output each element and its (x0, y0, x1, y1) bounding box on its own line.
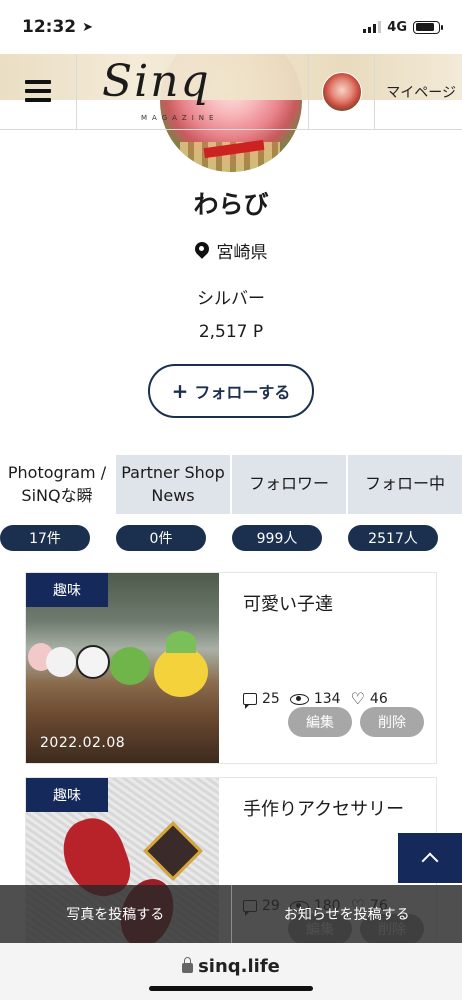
logo-text: Sinq (102, 56, 211, 107)
count-badge-photogram: 17件 (0, 525, 90, 551)
post-actions: 編集 削除 (288, 707, 424, 737)
heart-icon: ♡ (350, 689, 365, 708)
tab-partner-shop-news[interactable]: Partner Shop News (116, 455, 232, 514)
scroll-to-top-button[interactable] (398, 833, 462, 883)
member-rank: シルバー (197, 289, 265, 309)
site-header: Sinq MAGAZINE マイページ (0, 54, 462, 130)
clock-text: 12:32 (22, 17, 77, 37)
post-news-button[interactable]: お知らせを投稿する (232, 885, 462, 943)
logo-subtitle: MAGAZINE (141, 114, 219, 122)
tab-photogram[interactable]: Photogram / SiNQな瞬 (0, 455, 116, 514)
count-badge-partner: 0件 (116, 525, 206, 551)
count-badge-followers: 999人 (232, 525, 322, 551)
avatar (321, 72, 362, 112)
post-stats: 25 134 ♡ 46 (243, 689, 388, 709)
user-avatar-button[interactable] (309, 54, 375, 130)
post-title[interactable]: 手作りアクセサリー (243, 796, 423, 825)
network-label: 4G (387, 19, 407, 35)
view-count: 134 (313, 691, 341, 707)
profile-tabs: Photogram / SiNQな瞬 Partner Shop News フォロ… (0, 455, 462, 514)
hamburger-icon (25, 80, 51, 84)
status-bar: 12:32 ➤ 4G (0, 0, 462, 54)
eye-icon (289, 693, 309, 705)
post-card[interactable]: 趣味 2022.02.08 可愛い子達 25 134 ♡ 46 編集 削除 (25, 572, 437, 764)
follow-label: フォローする (194, 383, 291, 402)
battery-icon (413, 20, 443, 34)
comment-count: 25 (262, 691, 280, 707)
like-count: 46 (369, 691, 388, 707)
url-text: sinq.life (198, 955, 280, 977)
tab-following[interactable]: フォロー中 (348, 455, 462, 514)
category-tag: 趣味 (26, 573, 108, 607)
mypage-link[interactable]: マイページ (375, 82, 462, 102)
location-arrow-icon: ➤ (82, 19, 94, 35)
hamburger-menu-button[interactable] (0, 54, 77, 130)
post-date: 2022.02.08 (40, 735, 126, 751)
category-tag: 趣味 (26, 778, 108, 812)
signal-icon (363, 21, 382, 33)
post-title[interactable]: 可愛い子達 (243, 591, 423, 620)
site-logo[interactable]: Sinq MAGAZINE (77, 54, 309, 130)
status-time: 12:32 ➤ (22, 17, 93, 37)
post-action-bar: 写真を投稿する お知らせを投稿する (0, 885, 462, 943)
member-points: 2,517 P (198, 322, 264, 342)
browser-address-bar[interactable]: sinq.life (0, 943, 462, 1000)
location-pin-icon (195, 242, 209, 260)
comment-icon (243, 693, 257, 709)
edit-button[interactable]: 編集 (288, 707, 352, 737)
follow-button[interactable]: + フォローする (148, 364, 314, 418)
profile-location: 宮崎県 (0, 238, 462, 263)
tab-followers[interactable]: フォロワー (232, 455, 348, 514)
profile-name: わらび (193, 190, 269, 219)
prefecture-label: 宮崎県 (216, 243, 268, 263)
delete-button[interactable]: 削除 (360, 707, 424, 737)
plus-icon: + (171, 379, 189, 403)
count-badge-following: 2517人 (348, 525, 438, 551)
tab-counts: 17件 0件 999人 2517人 (0, 525, 462, 551)
post-photo-button[interactable]: 写真を投稿する (0, 885, 232, 943)
lock-icon (182, 957, 194, 973)
home-indicator (149, 986, 313, 991)
chevron-up-icon (421, 852, 439, 870)
status-right: 4G (363, 19, 443, 35)
